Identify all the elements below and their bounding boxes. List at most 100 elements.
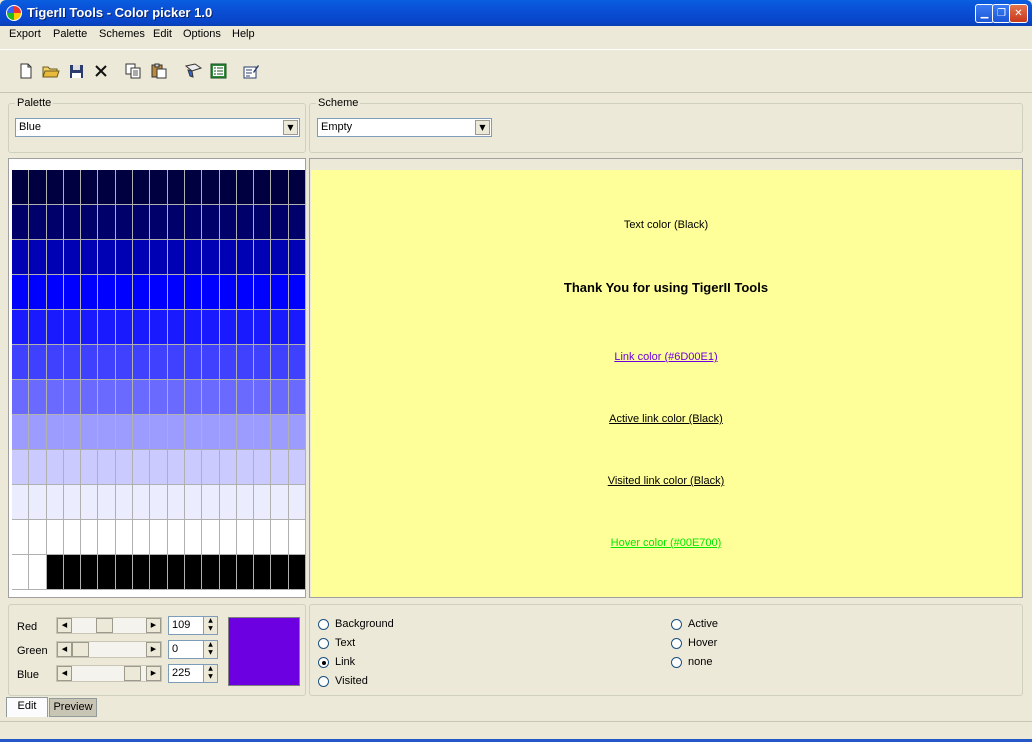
edit-properties-icon[interactable] [242,62,260,80]
color-swatch[interactable] [133,485,151,520]
color-swatch[interactable] [271,345,289,380]
color-swatch[interactable] [81,170,99,205]
color-swatch[interactable] [184,450,203,485]
color-swatch[interactable] [81,310,99,345]
color-swatch[interactable] [150,450,168,485]
color-swatch[interactable] [219,450,237,485]
color-swatch[interactable] [167,345,185,380]
spinner-arrows-icon[interactable]: ▲ ▼ [203,665,217,682]
color-swatch[interactable] [81,205,99,240]
color-swatch[interactable] [202,520,220,555]
color-swatch[interactable] [288,310,306,345]
menu-schemes[interactable]: Schemes [99,28,145,40]
app-color-wheel-icon[interactable] [6,5,22,21]
color-swatch[interactable] [46,485,64,520]
radio-active-dot[interactable] [671,619,682,630]
color-swatch[interactable] [254,170,272,205]
save-icon[interactable] [67,62,85,80]
color-swatch[interactable] [271,520,289,555]
color-swatch[interactable] [219,240,237,275]
color-swatch[interactable] [29,450,47,485]
color-swatch[interactable] [219,275,237,310]
color-swatch[interactable] [63,415,82,450]
palette-select[interactable]: Blue ▼ [15,118,300,137]
color-swatch[interactable] [98,450,116,485]
color-swatch[interactable] [12,310,30,345]
color-swatch[interactable] [81,240,99,275]
color-swatch[interactable] [12,345,30,380]
color-swatch[interactable] [98,485,116,520]
color-swatch[interactable] [29,345,47,380]
color-swatch[interactable] [115,555,134,590]
menu-export[interactable]: Export [9,28,41,40]
color-swatch[interactable] [98,520,116,555]
color-swatch[interactable] [288,555,306,590]
color-swatch[interactable] [202,310,220,345]
color-swatch[interactable] [254,485,272,520]
color-swatch[interactable] [202,450,220,485]
color-swatch[interactable] [219,485,237,520]
color-swatch[interactable] [150,555,168,590]
color-swatch[interactable] [12,415,30,450]
menu-edit[interactable]: Edit [153,28,172,40]
color-swatch[interactable] [63,275,82,310]
color-swatch[interactable] [115,205,134,240]
close-button[interactable]: ✕ [1009,4,1028,23]
color-swatch[interactable] [29,380,47,415]
color-swatch[interactable] [133,415,151,450]
color-swatch[interactable] [98,275,116,310]
color-swatch[interactable] [81,485,99,520]
color-swatch[interactable] [271,275,289,310]
scroll-right-icon[interactable]: ▶ [146,666,161,681]
menu-palette[interactable]: Palette [53,28,87,40]
tab-preview[interactable]: Preview [49,698,97,717]
color-swatch[interactable] [115,275,134,310]
color-swatch[interactable] [63,310,82,345]
color-swatch[interactable] [12,450,30,485]
color-swatch[interactable] [12,240,30,275]
color-swatch[interactable] [12,380,30,415]
color-swatch[interactable] [81,345,99,380]
color-swatch[interactable] [46,345,64,380]
color-swatch[interactable] [288,415,306,450]
color-swatch[interactable] [202,380,220,415]
scroll-right-icon[interactable]: ▶ [146,642,161,657]
color-swatch[interactable] [236,520,255,555]
color-swatch[interactable] [133,345,151,380]
color-swatch[interactable] [254,275,272,310]
color-swatch[interactable] [271,170,289,205]
new-file-icon[interactable] [17,62,35,80]
color-swatch[interactable] [288,380,306,415]
red-slider[interactable]: ◀ ▶ [56,617,162,634]
scroll-right-icon[interactable]: ▶ [146,618,161,633]
radio-text-dot[interactable] [318,638,329,649]
radio-visited-dot[interactable] [318,676,329,687]
color-swatch[interactable] [133,240,151,275]
color-swatch[interactable] [63,170,82,205]
color-swatch[interactable] [150,380,168,415]
color-swatch[interactable] [236,205,255,240]
color-swatch[interactable] [29,275,47,310]
color-swatch[interactable] [184,240,203,275]
color-swatch[interactable] [219,520,237,555]
color-swatch[interactable] [81,415,99,450]
color-swatch[interactable] [29,310,47,345]
color-swatch[interactable] [271,310,289,345]
color-swatch[interactable] [81,450,99,485]
color-swatch[interactable] [29,520,47,555]
paste-icon[interactable] [150,62,168,80]
color-swatch[interactable] [46,170,64,205]
color-swatch[interactable] [98,345,116,380]
chevron-down-icon[interactable]: ▼ [283,120,298,135]
color-swatch[interactable] [202,275,220,310]
color-swatch[interactable] [167,240,185,275]
color-swatch[interactable] [202,205,220,240]
preview-link[interactable]: Link color (#6D00E1) [311,351,1021,363]
color-swatch[interactable] [254,520,272,555]
menu-help[interactable]: Help [232,28,255,40]
color-swatch[interactable] [184,345,203,380]
delete-icon[interactable] [92,62,110,80]
color-swatch[interactable] [219,170,237,205]
color-swatch[interactable] [81,555,99,590]
color-swatch[interactable] [29,555,47,590]
